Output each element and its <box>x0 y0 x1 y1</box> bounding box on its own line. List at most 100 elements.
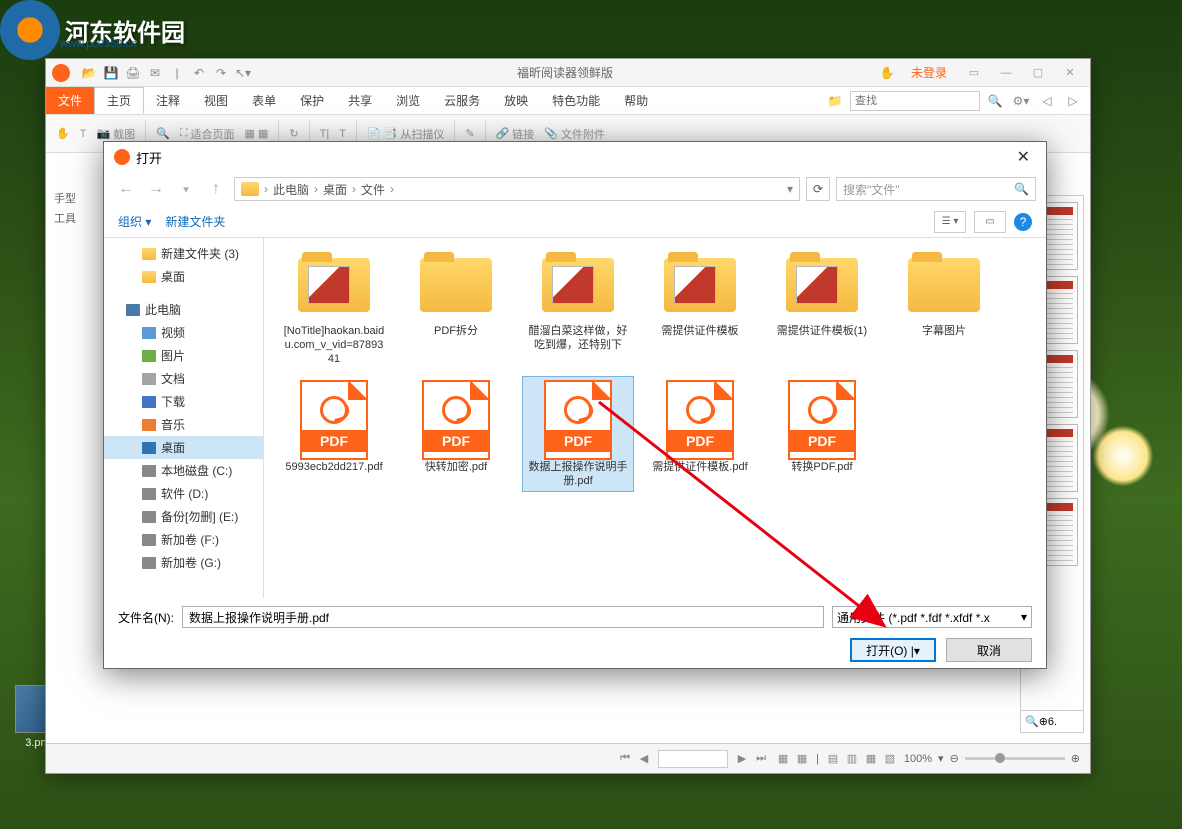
close-button[interactable]: ✕ <box>1056 63 1084 83</box>
login-button[interactable]: 未登录 <box>902 61 956 84</box>
preview-button[interactable]: ▭ <box>974 211 1006 233</box>
tab-file[interactable]: 文件 <box>46 87 94 114</box>
qat-open-icon[interactable]: 📂 <box>79 63 99 83</box>
filename-input[interactable] <box>182 606 824 628</box>
tree-item[interactable]: 视频 <box>104 321 263 344</box>
folder-icon <box>542 258 614 312</box>
page-icons[interactable]: ▦ ▦ <box>245 127 269 140</box>
new-folder-button[interactable]: 新建文件夹 <box>165 213 225 230</box>
page-nav[interactable]: ⏮◀ <box>617 752 652 765</box>
highlight-tool[interactable]: T <box>339 128 346 140</box>
rotate-tool[interactable]: ↻ <box>289 127 298 140</box>
tab-view[interactable]: 视图 <box>192 87 240 114</box>
nav-prev-icon[interactable]: ◁ <box>1037 91 1057 111</box>
minimize-button[interactable]: — <box>992 63 1020 83</box>
qat-cursor-icon[interactable]: ↖▾ <box>233 63 253 83</box>
tab-comment[interactable]: 注释 <box>144 87 192 114</box>
hand-icon[interactable]: ✋ <box>877 63 897 83</box>
file-item[interactable]: 需提供证件模板 <box>644 248 756 370</box>
file-item[interactable]: 数据上报操作说明手册.pdf <box>522 376 634 492</box>
zoom-dropdown-icon[interactable]: ▾ <box>938 752 944 765</box>
attach-tool[interactable]: 📎 文件附件 <box>544 126 605 142</box>
ribbon-toggle-icon[interactable]: ▭ <box>960 63 988 83</box>
zoom-in-icon[interactable]: ⊕ <box>1071 752 1080 765</box>
file-item[interactable]: 需提供证件模板(1) <box>766 248 878 370</box>
tree-item[interactable]: 本地磁盘 (C:) <box>104 459 263 482</box>
tree-item[interactable]: 新加卷 (F:) <box>104 528 263 551</box>
thumb-zoom[interactable]: 🔍⊕ 6. <box>1021 710 1083 732</box>
tree-item[interactable]: 音乐 <box>104 413 263 436</box>
dialog-search-input[interactable]: 搜索"文件" 🔍 <box>836 177 1036 201</box>
search-icon[interactable]: 🔍 <box>985 91 1005 111</box>
tab-protect[interactable]: 保护 <box>288 87 336 114</box>
tree-item[interactable]: 新建文件夹 (3) <box>104 242 263 265</box>
file-item[interactable]: 字幕图片 <box>888 248 1000 370</box>
tab-form[interactable]: 表单 <box>240 87 288 114</box>
tab-cloud[interactable]: 云服务 <box>432 87 492 114</box>
tree-item[interactable]: 图片 <box>104 344 263 367</box>
tab-present[interactable]: 放映 <box>492 87 540 114</box>
tab-home[interactable]: 主页 <box>94 87 144 114</box>
ribbon-search-input[interactable] <box>850 91 980 111</box>
cancel-button[interactable]: 取消 <box>946 638 1032 662</box>
fit-page-tool[interactable]: ⛶ 适合页面 <box>180 126 235 142</box>
tree-item[interactable]: 备份[勿删] (E:) <box>104 505 263 528</box>
dialog-close-button[interactable]: ✕ <box>1011 147 1036 167</box>
tree-item[interactable]: 桌面 <box>104 436 263 459</box>
file-item[interactable]: 醋溜白菜这样做，好吃到爆，还特别下 <box>522 248 634 370</box>
breadcrumb[interactable]: › 此电脑› 桌面› 文件› ▾ <box>234 177 800 201</box>
link-tool[interactable]: 🔗 链接 <box>496 126 535 142</box>
sign-tool[interactable]: ✎ <box>465 127 474 140</box>
page-number-input[interactable] <box>658 750 728 768</box>
page-nav-next[interactable]: ▶⏭ <box>734 752 769 765</box>
file-item[interactable]: 需提供证件模板.pdf <box>644 376 756 492</box>
zoom-out-icon[interactable]: ⊖ <box>950 752 959 765</box>
tree-item[interactable]: 文档 <box>104 367 263 390</box>
zoom-slider[interactable] <box>965 757 1065 760</box>
tree-label: 文档 <box>161 370 185 387</box>
gear-icon[interactable]: ⚙▾ <box>1011 91 1031 111</box>
qat-undo-icon[interactable]: ↶ <box>189 63 209 83</box>
qat-email-icon[interactable]: ✉ <box>145 63 165 83</box>
organize-button[interactable]: 组织 ▾ <box>118 213 151 230</box>
file-item[interactable]: PDF拆分 <box>400 248 512 370</box>
file-list[interactable]: [NoTitle]haokan.baidu.com_v_vid=8789341P… <box>264 238 1046 598</box>
zoom-tool[interactable]: 🔍 <box>156 127 170 140</box>
qat-redo-icon[interactable]: ↷ <box>211 63 231 83</box>
layout-buttons[interactable]: ▦▦ <box>775 752 810 765</box>
file-item[interactable]: 5993ecb2dd217.pdf <box>278 376 390 492</box>
tab-features[interactable]: 特色功能 <box>540 87 612 114</box>
refresh-button[interactable]: ⟳ <box>806 177 830 201</box>
nav-back-button[interactable]: ← <box>114 177 138 201</box>
convert-tools[interactable]: 📄 📑 从扫描仪 <box>367 126 444 142</box>
filetype-dropdown[interactable]: 通用文件 (*.pdf *.fdf *.xfdf *.x▾ <box>832 606 1032 628</box>
nav-up-button[interactable]: ↑ <box>204 177 228 201</box>
maximize-button[interactable]: ▢ <box>1024 63 1052 83</box>
text-select-tool[interactable]: T <box>80 128 87 140</box>
qat-print-icon[interactable]: 🖨 <box>123 63 143 83</box>
tab-share[interactable]: 共享 <box>336 87 384 114</box>
view-buttons[interactable]: ▤▥▦▧ <box>825 752 898 765</box>
file-item[interactable]: 快转加密.pdf <box>400 376 512 492</box>
tree-item[interactable]: 此电脑 <box>104 298 263 321</box>
help-button[interactable]: ? <box>1014 213 1032 231</box>
file-item[interactable]: 转换PDF.pdf <box>766 376 878 492</box>
tree-item[interactable]: 下载 <box>104 390 263 413</box>
hand-tool[interactable]: ✋ <box>56 127 70 140</box>
tree-item[interactable]: 软件 (D:) <box>104 482 263 505</box>
folder-tree[interactable]: 新建文件夹 (3)桌面此电脑视频图片文档下载音乐桌面本地磁盘 (C:)软件 (D… <box>104 238 264 598</box>
search-folder-icon[interactable]: 📁 <box>825 91 845 111</box>
tab-browse[interactable]: 浏览 <box>384 87 432 114</box>
nav-next-icon[interactable]: ▷ <box>1063 91 1083 111</box>
nav-forward-button[interactable]: → <box>144 177 168 201</box>
qat-save-icon[interactable]: 💾 <box>101 63 121 83</box>
open-button[interactable]: 打开(O) |▾ <box>850 638 936 662</box>
view-mode-button[interactable]: ☰ ▾ <box>934 211 966 233</box>
snapshot-tool[interactable]: 📷 截图 <box>96 126 135 142</box>
nav-history-button[interactable]: ▾ <box>174 177 198 201</box>
typewriter-tool[interactable]: T| <box>320 128 330 140</box>
tab-help[interactable]: 帮助 <box>612 87 660 114</box>
tree-item[interactable]: 新加卷 (G:) <box>104 551 263 574</box>
file-item[interactable]: [NoTitle]haokan.baidu.com_v_vid=8789341 <box>278 248 390 370</box>
tree-item[interactable]: 桌面 <box>104 265 263 288</box>
